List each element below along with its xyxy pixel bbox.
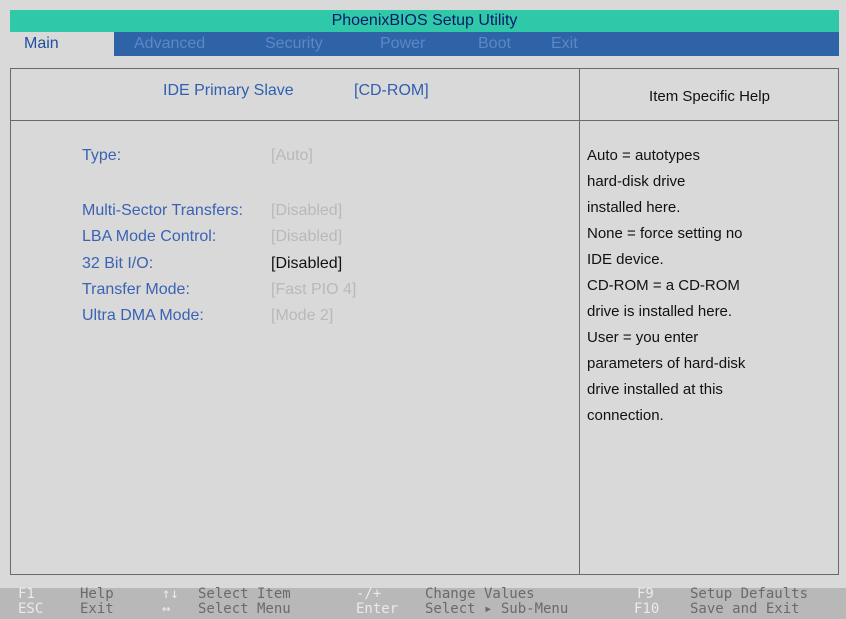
key-f1-desc: Help <box>80 586 114 602</box>
menu-power[interactable]: Power <box>380 32 425 56</box>
setting-label-ultra-dma: Ultra DMA Mode: <box>82 307 204 324</box>
help-line: parameters of hard-disk <box>587 355 746 372</box>
help-line: hard-disk drive <box>587 173 686 190</box>
device-title: IDE Primary Slave <box>163 82 294 99</box>
setting-label-multi-sector: Multi-Sector Transfers: <box>82 202 243 219</box>
setting-value-multi-sector[interactable]: [Disabled] <box>271 202 342 220</box>
help-line: drive installed at this <box>587 381 723 398</box>
help-line: None = force setting no <box>587 225 743 242</box>
setting-label-lba-mode: LBA Mode Control: <box>82 228 217 245</box>
help-line: installed here. <box>587 199 681 216</box>
key-f1: F1 <box>18 586 35 602</box>
menu-bar: Main Advanced Security Power Boot Exit <box>10 32 839 56</box>
setting-value-type[interactable]: [Auto] <box>271 147 313 165</box>
help-line: IDE device. <box>587 251 664 268</box>
device-type: [CD-ROM] <box>354 82 429 99</box>
menu-main[interactable]: Main <box>10 32 114 56</box>
key-f9: F9 <box>637 586 654 602</box>
setting-value-lba-mode[interactable]: [Disabled] <box>271 228 342 246</box>
key-updown-desc: Select Item <box>198 586 291 602</box>
menu-exit[interactable]: Exit <box>551 32 578 56</box>
key-esc-desc: Exit <box>80 601 114 617</box>
help-line: Auto = autotypes <box>587 147 700 164</box>
key-enter: Enter <box>356 601 399 617</box>
help-title: Item Specific Help <box>649 88 770 105</box>
setting-label-32bit-io: 32 Bit I/O: <box>82 255 154 272</box>
key-plusminus-desc: Change Values <box>425 586 535 602</box>
setting-label-transfer-mode: Transfer Mode: <box>82 281 190 298</box>
key-leftright: ↔ <box>162 601 171 617</box>
key-enter-desc: Select ▸ Sub-Menu <box>425 601 569 617</box>
setting-value-32bit-io[interactable]: [Disabled] <box>271 255 342 273</box>
help-line: drive is installed here. <box>587 303 733 320</box>
setting-label-type: Type: <box>82 147 122 164</box>
key-plusminus: -/+ <box>356 586 382 602</box>
key-f9-desc: Setup Defaults <box>690 586 809 602</box>
key-legend: F1 Help ↑↓ Select Item -/+ Change Values… <box>0 586 846 619</box>
panel-divider <box>579 68 580 575</box>
key-esc: ESC <box>18 601 44 617</box>
header-divider <box>10 120 839 121</box>
setting-value-transfer-mode[interactable]: [Fast PIO 4] <box>271 281 356 299</box>
setting-value-ultra-dma[interactable]: [Mode 2] <box>271 307 333 325</box>
title-bar: PhoenixBIOS Setup Utility <box>10 10 839 32</box>
key-leftright-desc: Select Menu <box>198 601 291 617</box>
help-line: CD-ROM = a CD-ROM <box>587 277 740 294</box>
help-line: connection. <box>587 407 664 424</box>
menu-boot[interactable]: Boot <box>478 32 511 56</box>
menu-advanced[interactable]: Advanced <box>134 32 205 56</box>
key-f10: F10 <box>634 601 660 617</box>
menu-security[interactable]: Security <box>265 32 323 56</box>
key-updown: ↑↓ <box>162 586 179 602</box>
help-text: Auto = autotypes hard-disk drive install… <box>587 146 827 432</box>
help-line: User = you enter <box>587 329 699 346</box>
key-f10-desc: Save and Exit <box>690 601 800 617</box>
